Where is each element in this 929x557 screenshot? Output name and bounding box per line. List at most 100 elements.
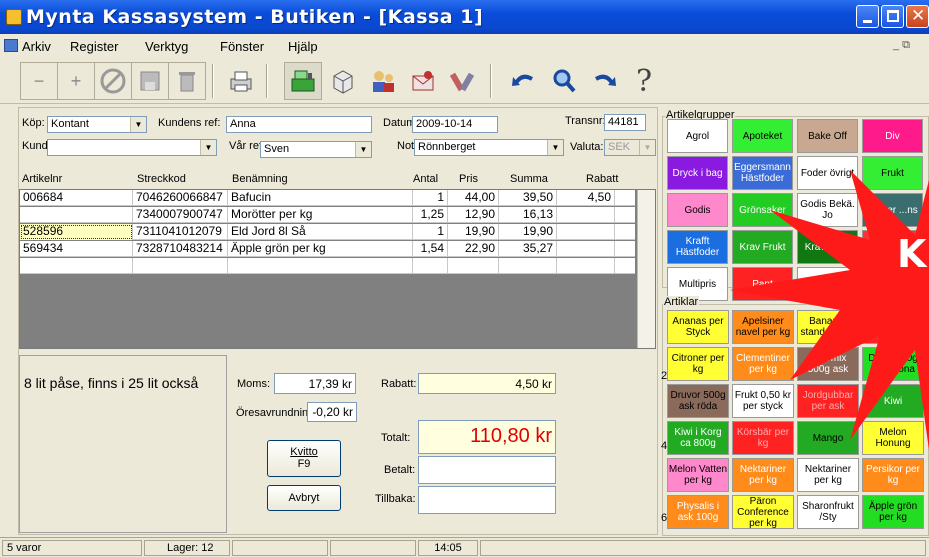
artikel-tile[interactable]: Nektariner per kg [797, 458, 859, 492]
artikelgrupp-tile[interactable]: Krafft Hästfoder [667, 230, 728, 264]
menu-register[interactable]: Register [70, 39, 118, 54]
artikel-tile[interactable]: Sharonfrukt /Sty [797, 495, 859, 529]
artikel-tile[interactable]: Persikor per kg [862, 458, 924, 492]
datum-input[interactable]: 2009-10-14 [412, 116, 498, 133]
cell-antal[interactable] [413, 258, 448, 274]
artikelgrupp-tile[interactable]: Div [862, 119, 923, 153]
cell-benamning[interactable]: Morötter per kg [228, 207, 413, 223]
maximize-button[interactable] [881, 5, 904, 28]
cash-register-button[interactable] [284, 62, 322, 100]
cell-benamning[interactable] [228, 258, 413, 274]
close-button[interactable]: ✕ [906, 5, 929, 28]
grid-scrollbar[interactable] [637, 190, 655, 348]
menu-verktyg[interactable]: Verktyg [145, 39, 188, 54]
avbryt-button[interactable]: Avbryt [267, 485, 341, 511]
artikel-tile[interactable]: Kiwi i Korg ca 800g [667, 421, 729, 455]
menu-hjalp[interactable]: Hjälp [288, 39, 318, 54]
artikel-tile[interactable]: Melon Vatten per kg [667, 458, 729, 492]
cell-summa[interactable]: 19,90 [499, 224, 557, 240]
cell-streckkod[interactable]: 7046260066847 [133, 190, 228, 206]
cell-antal[interactable]: 1 [413, 190, 448, 206]
artikelgrupp-tile[interactable]: Godis [667, 193, 728, 227]
menu-arkiv[interactable]: Arkiv [22, 39, 51, 54]
artikelgrupp-tile[interactable]: Bake Off [797, 119, 858, 153]
cell-benamning[interactable]: Bafucin [228, 190, 413, 206]
artikel-tile[interactable]: Päron Conference per kg [732, 495, 794, 529]
cell-antal[interactable]: 1,25 [413, 207, 448, 223]
save-button[interactable] [131, 62, 169, 100]
cell-pris[interactable]: 44,00 [448, 190, 499, 206]
cancel-button[interactable] [94, 62, 132, 100]
cell-artnr[interactable]: 528596 [20, 224, 133, 240]
artikelgrupp-tile[interactable]: Dryck i bag [667, 156, 728, 190]
col-rabatt[interactable]: Rabatt [586, 173, 618, 185]
cell-streckkod[interactable]: 7328710483214 [133, 241, 228, 257]
customers-button[interactable] [364, 62, 402, 100]
mdi-controls[interactable]: _ ⧉ [893, 39, 910, 52]
cell-summa[interactable] [499, 258, 557, 274]
not-select[interactable]: Rönnberget ▼ [414, 139, 564, 156]
var-ref-select[interactable]: Sven ▼ [260, 141, 372, 158]
cell-artnr[interactable] [20, 207, 133, 223]
artikel-tile[interactable]: Druvor 500g ask röda [667, 384, 729, 418]
artikel-tile[interactable]: Ananas per Styck [667, 310, 729, 344]
menu-fonster[interactable]: Fönster [220, 39, 264, 54]
col-artikelnr[interactable]: Artikelnr [22, 173, 62, 185]
box-button[interactable] [324, 62, 362, 100]
cell-pris[interactable] [448, 258, 499, 274]
col-antal[interactable]: Antal [413, 173, 438, 185]
kund-select[interactable]: ▼ [47, 139, 217, 156]
artikelgrupp-tile[interactable]: Apoteket [732, 119, 793, 153]
col-benamning[interactable]: Benämning [232, 173, 288, 185]
table-row[interactable] [20, 258, 635, 274]
cell-streckkod[interactable]: 7311041012079 [133, 224, 228, 240]
table-row[interactable]: 528596 7311041012079 Eld Jord 8l Så 1 19… [20, 224, 635, 240]
help-button[interactable]: ? [625, 62, 663, 100]
cell-rabatt[interactable]: 4,50 [557, 190, 615, 206]
cell-rabatt[interactable] [557, 241, 615, 257]
cell-streckkod[interactable]: 7340007900747 [133, 207, 228, 223]
cell-benamning[interactable]: Eld Jord 8l Så [228, 224, 413, 240]
cell-streckkod[interactable] [133, 258, 228, 274]
cell-rabatt[interactable] [557, 224, 615, 240]
col-summa[interactable]: Summa [510, 173, 548, 185]
betalt-input[interactable] [418, 456, 556, 484]
kvitto-button[interactable]: Kvitto F9 [267, 440, 341, 477]
cell-artnr[interactable]: 006684 [20, 190, 133, 206]
cell-summa[interactable]: 39,50 [499, 190, 557, 206]
artikelgrupp-tile[interactable]: Agrol [667, 119, 728, 153]
kundens-ref-input[interactable]: Anna [226, 116, 372, 133]
valuta-select[interactable]: SEK ▼ [604, 139, 656, 156]
col-streckkod[interactable]: Streckkod [137, 173, 186, 185]
cell-antal[interactable]: 1 [413, 224, 448, 240]
col-pris[interactable]: Pris [459, 173, 478, 185]
table-row[interactable]: 569434 7328710483214 Äpple grön per kg 1… [20, 241, 635, 257]
artikel-tile[interactable]: Äpple grön per kg [862, 495, 924, 529]
cell-artnr[interactable] [20, 258, 133, 274]
cell-summa[interactable]: 35,27 [499, 241, 557, 257]
cell-pris[interactable]: 12,90 [448, 207, 499, 223]
cell-rabatt[interactable] [557, 207, 615, 223]
tools-button[interactable] [444, 62, 482, 100]
redo-button[interactable] [585, 62, 623, 100]
cell-pris[interactable]: 22,90 [448, 241, 499, 257]
title-bar[interactable]: Mynta Kassasystem - Butiken - [Kassa 1] … [0, 0, 929, 34]
search-button[interactable] [545, 62, 583, 100]
undo-button[interactable] [505, 62, 543, 100]
artikel-tile[interactable]: Nektariner per kg [732, 458, 794, 492]
transnr-input[interactable]: 44181 [604, 114, 646, 131]
delete-button[interactable] [168, 62, 206, 100]
cell-benamning[interactable]: Äpple grön per kg [228, 241, 413, 257]
table-row[interactable]: 006684 7046260066847 Bafucin 1 44,00 39,… [20, 190, 635, 206]
cell-pris[interactable]: 19,90 [448, 224, 499, 240]
mail-button[interactable] [404, 62, 442, 100]
tillbaka-input[interactable] [418, 486, 556, 514]
cell-rabatt[interactable] [557, 258, 615, 274]
print-button[interactable] [222, 62, 260, 100]
table-row[interactable]: 7340007900747 Morötter per kg 1,25 12,90… [20, 207, 635, 223]
artikel-tile[interactable]: Citroner per kg [667, 347, 729, 381]
kop-select[interactable]: Kontant ▼ [47, 116, 147, 133]
cell-antal[interactable]: 1,54 [413, 241, 448, 257]
minus-button[interactable]: − [20, 62, 58, 100]
minimize-button[interactable] [856, 5, 879, 28]
